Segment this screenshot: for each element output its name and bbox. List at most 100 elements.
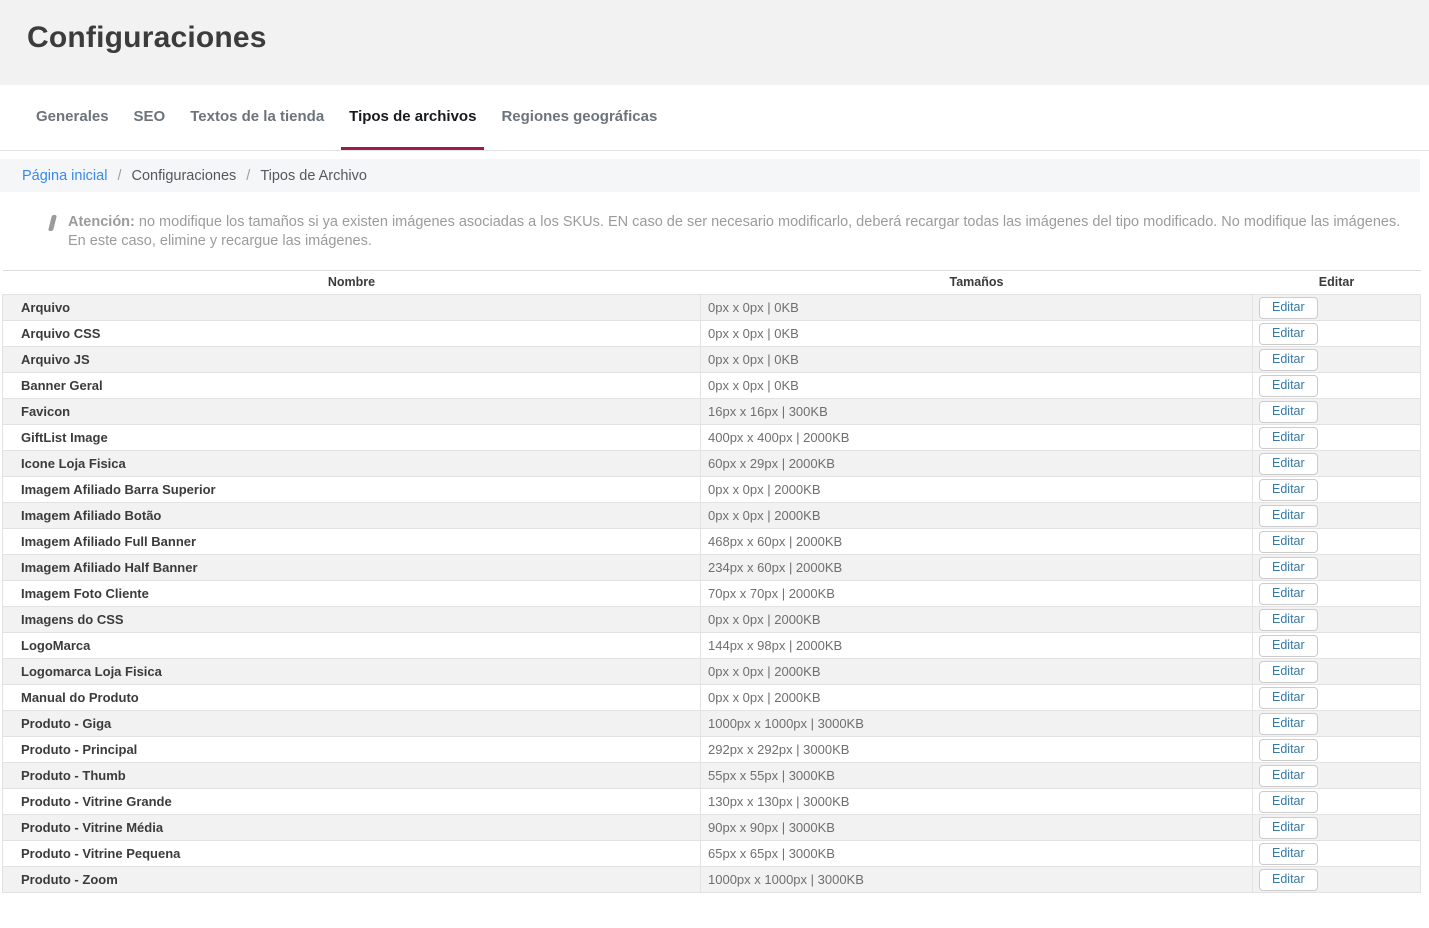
table-row: Produto - Zoom1000px x 1000px | 3000KBEd…	[3, 867, 1421, 893]
edit-button[interactable]: Editar	[1259, 687, 1318, 709]
edit-cell: Editar	[1253, 399, 1421, 425]
breadcrumb-separator: /	[117, 168, 121, 184]
edit-cell: Editar	[1253, 555, 1421, 581]
table-row: Arquivo CSS0px x 0px | 0KBEditar	[3, 321, 1421, 347]
file-type-name: Imagem Afiliado Full Banner	[3, 529, 701, 555]
tab-textos-de-la-tienda[interactable]: Textos de la tienda	[182, 85, 332, 150]
file-type-name: Produto - Principal	[3, 737, 701, 763]
edit-button[interactable]: Editar	[1259, 791, 1318, 813]
edit-button[interactable]: Editar	[1259, 323, 1318, 345]
file-type-name: LogoMarca	[3, 633, 701, 659]
edit-button[interactable]: Editar	[1259, 505, 1318, 527]
edit-button[interactable]: Editar	[1259, 583, 1318, 605]
edit-button[interactable]: Editar	[1259, 609, 1318, 631]
file-type-name: Manual do Produto	[3, 685, 701, 711]
file-type-name: Favicon	[3, 399, 701, 425]
file-type-name: Imagem Afiliado Barra Superior	[3, 477, 701, 503]
edit-button[interactable]: Editar	[1259, 349, 1318, 371]
edit-button[interactable]: Editar	[1259, 869, 1318, 891]
edit-cell: Editar	[1253, 373, 1421, 399]
edit-button[interactable]: Editar	[1259, 739, 1318, 761]
table-row: Manual do Produto0px x 0px | 2000KB Edita…	[3, 685, 1421, 711]
column-header-tamanos: Tamaños	[701, 271, 1253, 295]
file-type-size: 0px x 0px | 2000KB	[701, 607, 1253, 633]
file-type-size: 292px x 292px | 3000KB	[701, 737, 1253, 763]
table-row: Produto - Vitrine Média90px x 90px | 300…	[3, 815, 1421, 841]
edit-cell: Editar	[1253, 815, 1421, 841]
file-type-size: 90px x 90px | 3000KB	[701, 815, 1253, 841]
file-type-name: Produto - Zoom	[3, 867, 701, 893]
file-type-name: Arquivo	[3, 295, 701, 321]
edit-button[interactable]: Editar	[1259, 557, 1318, 579]
edit-button[interactable]: Editar	[1259, 297, 1318, 319]
file-type-name: Arquivo CSS	[3, 321, 701, 347]
edit-cell: Editar	[1253, 789, 1421, 815]
edit-button[interactable]: Editar	[1259, 817, 1318, 839]
table-row: Produto - Giga1000px x 1000px | 3000KBEd…	[3, 711, 1421, 737]
table-row: Imagem Afiliado Full Banner468px x 60px …	[3, 529, 1421, 555]
file-type-name: GiftList Image	[3, 425, 701, 451]
edit-button[interactable]: Editar	[1259, 479, 1318, 501]
column-header-nombre: Nombre	[3, 271, 701, 295]
table-row: Arquivo JS0px x 0px | 0KBEditar	[3, 347, 1421, 373]
breadcrumb-home-link[interactable]: Página inicial	[22, 168, 107, 184]
tab-seo[interactable]: SEO	[126, 85, 174, 150]
file-type-size: 130px x 130px | 3000KB	[701, 789, 1253, 815]
table-row: Arquivo0px x 0px | 0KB Editar	[3, 295, 1421, 321]
table-row: Banner Geral0px x 0px | 0KBEditar	[3, 373, 1421, 399]
edit-cell: Editar	[1253, 347, 1421, 373]
tab-bar: Generales SEO Textos de la tienda Tipos …	[0, 85, 1429, 151]
table-row: Favicon16px x 16px | 300KBEditar	[3, 399, 1421, 425]
file-type-size: 0px x 0px | 0KB	[701, 295, 1253, 321]
file-type-size: 0px x 0px | 2000KB	[701, 503, 1253, 529]
edit-cell: Editar	[1253, 711, 1421, 737]
file-type-name: Icone Loja Fisica	[3, 451, 701, 477]
table-row: Imagem Afiliado Barra Superior0px x 0px …	[3, 477, 1421, 503]
file-type-size: 65px x 65px | 3000KB	[701, 841, 1253, 867]
tab-regiones-geograficas[interactable]: Regiones geográficas	[493, 85, 665, 150]
table-row: LogoMarca144px x 98px | 2000KB Editar	[3, 633, 1421, 659]
tab-tipos-de-archivos[interactable]: Tipos de archivos	[341, 85, 484, 150]
edit-cell: Editar	[1253, 425, 1421, 451]
file-type-size: 0px x 0px | 2000KB	[701, 685, 1253, 711]
table-row: Produto - Principal292px x 292px | 3000K…	[3, 737, 1421, 763]
file-type-size: 60px x 29px | 2000KB	[701, 451, 1253, 477]
file-type-size: 468px x 60px | 2000KB	[701, 529, 1253, 555]
edit-cell: Editar	[1253, 737, 1421, 763]
edit-button[interactable]: Editar	[1259, 453, 1318, 475]
attention-bar-icon	[48, 215, 57, 231]
page-title: Configuraciones	[0, 0, 1429, 55]
column-header-editar: Editar	[1253, 271, 1421, 295]
breadcrumb-separator: /	[246, 168, 250, 184]
file-type-name: Logomarca Loja Fisica	[3, 659, 701, 685]
edit-cell: Editar	[1253, 841, 1421, 867]
edit-button[interactable]: Editar	[1259, 401, 1318, 423]
file-type-name: Imagem Afiliado Botão	[3, 503, 701, 529]
file-type-size: 144px x 98px | 2000KB	[701, 633, 1253, 659]
edit-button[interactable]: Editar	[1259, 765, 1318, 787]
edit-button[interactable]: Editar	[1259, 713, 1318, 735]
edit-cell: Editar	[1253, 607, 1421, 633]
edit-button[interactable]: Editar	[1259, 661, 1318, 683]
file-type-name: Imagens do CSS	[3, 607, 701, 633]
table-row: Imagem Foto Cliente70px x 70px | 2000KBE…	[3, 581, 1421, 607]
edit-cell: Editar	[1253, 763, 1421, 789]
file-type-size: 0px x 0px | 2000KB	[701, 659, 1253, 685]
file-type-name: Produto - Giga	[3, 711, 701, 737]
edit-cell: Editar	[1253, 321, 1421, 347]
edit-button[interactable]: Editar	[1259, 375, 1318, 397]
warning-text: Atención: no modifique los tamaños si ya…	[68, 213, 1405, 251]
table-row: GiftList Image400px x 400px | 2000KB Edit…	[3, 425, 1421, 451]
edit-cell: Editar	[1253, 685, 1421, 711]
edit-button[interactable]: Editar	[1259, 635, 1318, 657]
file-type-size: 400px x 400px | 2000KB	[701, 425, 1253, 451]
tab-generales[interactable]: Generales	[28, 85, 117, 150]
table-row: Imagens do CSS0px x 0px | 2000KB Editar	[3, 607, 1421, 633]
edit-button[interactable]: Editar	[1259, 531, 1318, 553]
edit-button[interactable]: Editar	[1259, 427, 1318, 449]
table-row: Logomarca Loja Fisica0px x 0px | 2000KB E…	[3, 659, 1421, 685]
edit-cell: Editar	[1253, 529, 1421, 555]
file-type-name: Produto - Thumb	[3, 763, 701, 789]
file-type-name: Arquivo JS	[3, 347, 701, 373]
edit-button[interactable]: Editar	[1259, 843, 1318, 865]
